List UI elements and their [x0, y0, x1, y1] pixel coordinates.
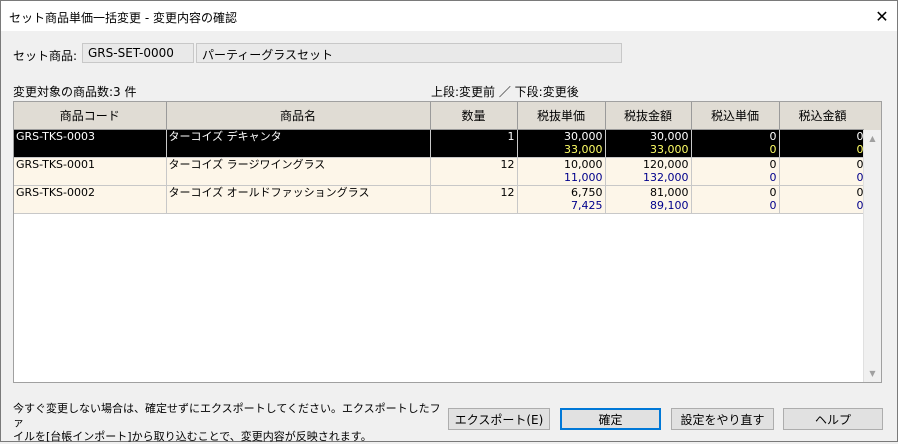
dialog-window: セット商品単価一括変更 - 変更内容の確認 ✕ セット商品: GRS-SET-0… [0, 0, 898, 444]
reset-settings-button[interactable]: 設定をやり直す [671, 408, 774, 430]
table-row[interactable]: GRS-TKS-0003 ターコイズ デキャンタ 1 30,000 33,000 … [14, 129, 867, 158]
cell-tax-unit-price: 00 [691, 129, 780, 158]
items-table: 商品コード 商品名 数量 税抜単価 税抜金額 税込単価 税込金額 GRS-TKS… [14, 102, 867, 214]
scroll-up-icon[interactable]: ▲ [864, 130, 881, 147]
confirm-button[interactable]: 確定 [560, 408, 661, 430]
column-header-name[interactable]: 商品名 [166, 102, 431, 130]
column-header-code[interactable]: 商品コード [14, 102, 167, 130]
change-confirmation-grid[interactable]: 商品コード 商品名 数量 税抜単価 税抜金額 税込単価 税込金額 GRS-TKS… [13, 101, 882, 383]
column-header-qty[interactable]: 数量 [430, 102, 518, 130]
cell-name: ターコイズ ラージワイングラス [166, 157, 431, 186]
cell-unit-price: 30,000 33,000 [517, 129, 606, 158]
cell-tax-amount: 00 [779, 129, 867, 158]
export-button[interactable]: エクスポート(E) [448, 408, 550, 430]
cell-code: GRS-TKS-0001 [14, 157, 167, 186]
hint-line-1: 今すぐ変更しない場合は、確定せずにエクスポートしてください。エクスポートしたファ [13, 402, 441, 429]
cell-qty: 12 [430, 185, 518, 214]
cell-amount: 30,000 33,000 [605, 129, 692, 158]
set-product-label: セット商品: [13, 49, 78, 63]
export-hint-message: 今すぐ変更しない場合は、確定せずにエクスポートしてください。エクスポートしたファ… [13, 402, 443, 444]
column-header-amount-excl-tax[interactable]: 税抜金額 [605, 102, 692, 130]
window-title: セット商品単価一括変更 - 変更内容の確認 [9, 11, 237, 25]
set-product-name-field: パーティーグラスセット [196, 43, 622, 63]
cell-tax-amount: 00 [779, 185, 867, 214]
cell-name: ターコイズ オールドファッショングラス [166, 185, 431, 214]
row-legend-label: 上段:変更前 ／ 下段:変更後 [431, 85, 579, 99]
vertical-scrollbar[interactable]: ▲ ▼ [863, 130, 881, 382]
cell-tax-unit-price: 00 [691, 157, 780, 186]
cell-name: ターコイズ デキャンタ [166, 129, 431, 158]
cell-qty: 12 [430, 157, 518, 186]
target-count-label: 変更対象の商品数:3 件 [13, 85, 137, 99]
scroll-down-icon[interactable]: ▼ [864, 365, 881, 382]
cell-amount: 120,000 132,000 [605, 157, 692, 186]
cell-amount: 81,000 89,100 [605, 185, 692, 214]
cell-qty: 1 [430, 129, 518, 158]
cell-tax-amount: 00 [779, 157, 867, 186]
cell-code: GRS-TKS-0003 [14, 129, 167, 158]
close-icon[interactable]: ✕ [867, 1, 897, 31]
header-corner [864, 102, 881, 131]
table-row[interactable]: GRS-TKS-0002 ターコイズ オールドファッショングラス 12 6,75… [14, 185, 867, 214]
column-header-amount-incl-tax[interactable]: 税込金額 [779, 102, 867, 130]
column-header-unit-price-excl-tax[interactable]: 税抜単価 [517, 102, 606, 130]
cell-unit-price: 10,000 11,000 [517, 157, 606, 186]
cell-tax-unit-price: 00 [691, 185, 780, 214]
column-header-unit-price-incl-tax[interactable]: 税込単価 [691, 102, 780, 130]
cell-code: GRS-TKS-0002 [14, 185, 167, 214]
cell-unit-price: 6,750 7,425 [517, 185, 606, 214]
help-button[interactable]: ヘルプ [783, 408, 883, 430]
set-product-code-field: GRS-SET-0000 [82, 43, 194, 63]
title-bar: セット商品単価一括変更 - 変更内容の確認 ✕ [1, 1, 897, 31]
table-row[interactable]: GRS-TKS-0001 ターコイズ ラージワイングラス 12 10,000 11… [14, 157, 867, 186]
